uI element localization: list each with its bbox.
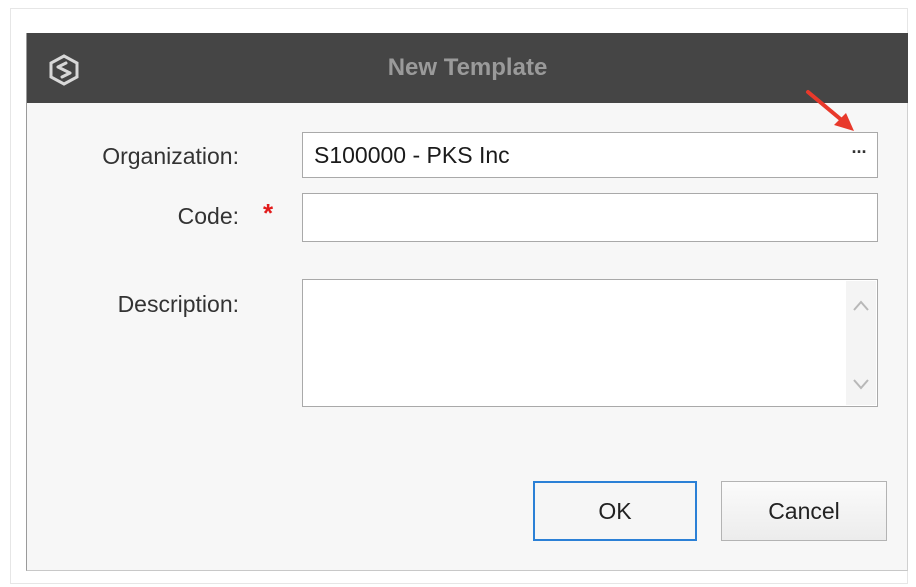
organization-lookup-button[interactable]: ··· <box>847 141 871 167</box>
cancel-button[interactable]: Cancel <box>721 481 887 541</box>
description-textarea[interactable] <box>302 279 878 407</box>
code-input[interactable] <box>302 193 878 242</box>
arrow-annotation-icon <box>806 90 854 131</box>
chevron-down-icon[interactable] <box>846 369 876 399</box>
title-bar[interactable]: New Template <box>27 33 908 103</box>
organization-label: Organization: <box>102 143 239 169</box>
description-label: Description: <box>117 291 239 317</box>
organization-field[interactable]: S100000 - PKS Inc ··· <box>302 132 878 178</box>
organization-value: S100000 - PKS Inc <box>314 142 510 168</box>
new-template-dialog: New Template Organization: S100000 - PKS… <box>26 33 908 571</box>
required-marker: * <box>263 198 274 228</box>
ok-button[interactable]: OK <box>533 481 697 541</box>
chevron-up-icon[interactable] <box>846 291 876 321</box>
dialog-title: New Template <box>387 54 548 81</box>
description-scrollbar[interactable] <box>846 281 876 405</box>
app-logo-icon <box>49 54 79 86</box>
code-label: Code: <box>177 203 239 229</box>
